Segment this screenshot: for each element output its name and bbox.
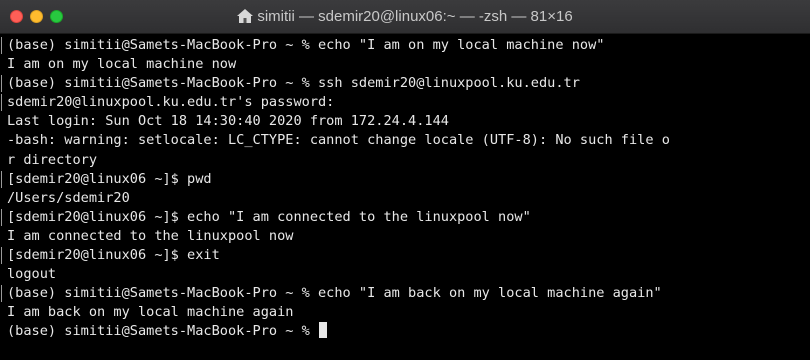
terminal-line: (base) simitii@Samets-MacBook-Pro ~ % ec…: [1, 284, 810, 303]
terminal-line: sdemir20@linuxpool.ku.edu.tr's password:: [1, 93, 810, 112]
terminal-line: Last login: Sun Oct 18 14:30:40 2020 fro…: [7, 112, 810, 131]
terminal-line: I am back on my local machine again: [7, 303, 810, 322]
terminal-line-text: (base) simitii@Samets-MacBook-Pro ~ % ec…: [7, 37, 605, 53]
prompt-mark: [1, 94, 4, 112]
terminal-line: /Users/sdemir20: [7, 189, 810, 208]
terminal-line: (base) simitii@Samets-MacBook-Pro ~ % ss…: [1, 74, 810, 93]
prompt-mark: [1, 285, 4, 303]
terminal-line-text: I am back on my local machine again: [7, 304, 294, 321]
terminal-line: logout: [7, 265, 810, 284]
terminal-line: (base) simitii@Samets-MacBook-Pro ~ %: [7, 322, 810, 341]
terminal-line-text: I am connected to the linuxpool now: [7, 227, 294, 244]
terminal-line: (base) simitii@Samets-MacBook-Pro ~ % ec…: [1, 36, 810, 55]
terminal-line-text: [sdemir20@linux06 ~]$ exit: [7, 247, 220, 264]
terminal-line-text: r directory: [7, 151, 98, 168]
prompt-mark: [1, 208, 4, 226]
terminal-line-text: [sdemir20@linux06 ~]$ pwd: [7, 170, 212, 187]
terminal-line: -bash: warning: setlocale: LC_CTYPE: can…: [7, 131, 810, 150]
terminal-line-text: (base) simitii@Samets-MacBook-Pro ~ %: [7, 323, 318, 340]
title-bar[interactable]: simitii — sdemir20@linux06:~ — -zsh — 81…: [0, 0, 810, 34]
terminal-line-text: -bash: warning: setlocale: LC_CTYPE: can…: [7, 132, 670, 149]
terminal-line-text: Last login: Sun Oct 18 14:30:40 2020 fro…: [7, 113, 449, 130]
terminal-line-text: (base) simitii@Samets-MacBook-Pro ~ % ec…: [7, 285, 662, 302]
terminal-line: [sdemir20@linux06 ~]$ echo "I am connect…: [1, 208, 810, 227]
terminal-line: [sdemir20@linux06 ~]$ exit: [1, 246, 810, 265]
terminal-line-text: sdemir20@linuxpool.ku.edu.tr's password:: [7, 94, 335, 111]
prompt-mark: [1, 170, 4, 188]
window-title: simitii — sdemir20@linux06:~ — -zsh — 81…: [257, 8, 573, 25]
terminal-line: [sdemir20@linux06 ~]$ pwd: [1, 170, 810, 189]
terminal-line-text: [sdemir20@linux06 ~]$ echo "I am connect…: [7, 208, 531, 225]
terminal-line: I am on my local machine now: [7, 55, 810, 74]
terminal-line-text: (base) simitii@Samets-MacBook-Pro ~ % ss…: [7, 75, 580, 92]
terminal-line-text: /Users/sdemir20: [7, 189, 130, 206]
window-title-area: simitii — sdemir20@linux06:~ — -zsh — 81…: [0, 0, 810, 34]
prompt-mark: [1, 247, 4, 265]
terminal-line: r directory: [7, 151, 810, 170]
terminal-output[interactable]: (base) simitii@Samets-MacBook-Pro ~ % ec…: [0, 36, 810, 360]
prompt-mark: [1, 37, 4, 54]
terminal-line-text: logout: [7, 266, 57, 283]
terminal-window: simitii — sdemir20@linux06:~ — -zsh — 81…: [0, 0, 810, 360]
terminal-line: I am connected to the linuxpool now: [7, 227, 810, 246]
home-icon: [237, 8, 254, 23]
prompt-mark: [1, 75, 4, 93]
terminal-line-text: I am on my local machine now: [7, 56, 237, 73]
text-cursor: [319, 322, 327, 339]
